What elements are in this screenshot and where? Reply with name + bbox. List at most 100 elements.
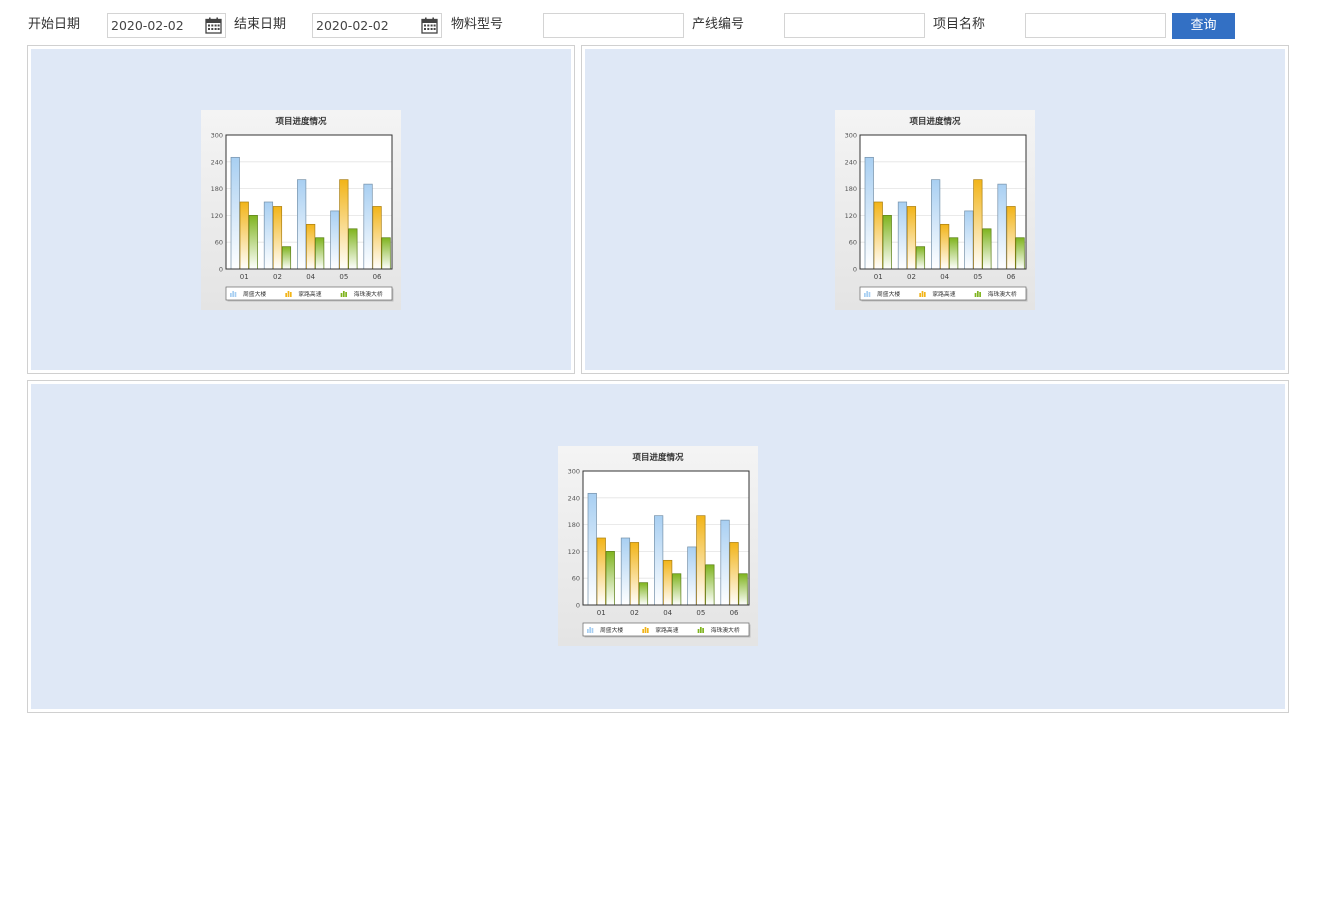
y-tick-label: 300	[568, 468, 580, 476]
bar	[864, 156, 874, 270]
bar	[729, 542, 739, 606]
x-tick-label: 06	[373, 273, 382, 281]
y-tick-label: 240	[211, 158, 223, 166]
x-tick-label: 02	[273, 273, 282, 281]
line-number-label: 产线编号	[692, 17, 745, 32]
chart-title: 项目进度情况	[909, 116, 961, 127]
legend-label: 周盛大楼	[600, 626, 623, 634]
project-name-input[interactable]	[1025, 13, 1166, 38]
bar	[873, 201, 883, 270]
x-tick-label: 01	[874, 273, 883, 281]
bar	[997, 183, 1007, 270]
project-name-label: 项目名称	[933, 17, 986, 32]
x-tick-label: 04	[663, 609, 672, 617]
end-date-label: 结束日期	[234, 17, 287, 32]
bar	[672, 573, 682, 606]
y-tick-label: 300	[211, 132, 223, 140]
bar	[638, 582, 649, 606]
chart-panel-body: 项目进度情况 0 60 120 180 240 300 01 02 04 05 06 周盛大楼 家路高速 海…	[31, 49, 571, 370]
end-date-field[interactable]	[312, 13, 442, 38]
line-number-input[interactable]	[784, 13, 925, 38]
bar	[587, 492, 597, 606]
bar	[720, 519, 730, 606]
chart-panel-top-left: 项目进度情况 0 60 120 180 240 300 01 02 04 05 06 周盛大楼 家路高速 海…	[27, 45, 575, 374]
calendar-icon[interactable]	[205, 17, 222, 34]
bar	[940, 223, 950, 270]
chart-container: 项目进度情况 0 60 120 180 240 300 01 02 04 05 06 周盛大楼 家路高速 海…	[835, 110, 1035, 310]
bar	[306, 223, 316, 270]
filter-toolbar: 开始日期 结束日期 物料型号 产线编号	[0, 0, 1321, 46]
x-tick-label: 05	[339, 273, 348, 281]
y-tick-label: 0	[219, 266, 223, 274]
bar	[1006, 206, 1016, 270]
legend-label: 家路高速	[298, 290, 321, 298]
bar	[339, 179, 349, 270]
bar	[239, 201, 249, 270]
bar	[973, 179, 983, 270]
bar	[949, 237, 959, 270]
bar	[705, 564, 715, 606]
legend-label: 家路高速	[932, 290, 955, 298]
y-tick-label: 240	[568, 494, 580, 502]
bar	[248, 215, 258, 270]
bar	[964, 210, 974, 270]
x-tick-label: 02	[630, 609, 639, 617]
bar	[915, 246, 926, 270]
bar	[281, 246, 292, 270]
y-tick-label: 120	[568, 548, 580, 556]
x-tick-label: 01	[240, 273, 249, 281]
bar	[596, 537, 606, 606]
calendar-icon[interactable]	[421, 17, 438, 34]
y-tick-label: 0	[576, 602, 580, 610]
bar	[605, 551, 615, 606]
legend-label: 家路高速	[655, 626, 678, 634]
query-button[interactable]: 查询	[1172, 13, 1235, 39]
y-tick-label: 60	[215, 239, 223, 247]
bar	[663, 559, 673, 606]
y-tick-label: 0	[853, 266, 857, 274]
bar	[897, 201, 908, 270]
x-tick-label: 04	[306, 273, 315, 281]
chart-panel-bottom: 项目进度情况 0 60 120 180 240 300 01 02 04 05 06 周盛大楼 家路高速 海…	[27, 380, 1289, 713]
bar	[315, 237, 325, 270]
chart-title: 项目进度情况	[275, 116, 327, 127]
chart-panel-body: 项目进度情况 0 60 120 180 240 300 01 02 04 05 06 周盛大楼 家路高速 海…	[31, 384, 1285, 709]
start-date-input[interactable]	[108, 14, 198, 37]
bar	[696, 515, 706, 606]
x-tick-label: 05	[973, 273, 982, 281]
bar	[348, 228, 358, 270]
bar	[982, 228, 992, 270]
chart-container: 项目进度情况 0 60 120 180 240 300 01 02 04 05 06 周盛大楼 家路高速 海…	[558, 446, 758, 646]
bar	[263, 201, 274, 270]
chart-panel-top-right: 项目进度情况 0 60 120 180 240 300 01 02 04 05 06 周盛大楼 家路高速 海…	[581, 45, 1289, 374]
bar	[687, 546, 697, 606]
y-tick-label: 60	[849, 239, 857, 247]
bar	[629, 542, 640, 606]
bar	[1015, 237, 1025, 270]
bar	[738, 573, 748, 606]
material-model-label: 物料型号	[451, 17, 504, 32]
chart-panel-body: 项目进度情况 0 60 120 180 240 300 01 02 04 05 06 周盛大楼 家路高速 海…	[585, 49, 1285, 370]
legend-label: 海珠澳大桥	[988, 290, 1017, 298]
end-date-input[interactable]	[313, 14, 403, 37]
bar-chart: 项目进度情况 0 60 120 180 240 300 01 02 04 05 06 周盛大楼 家路高速 海…	[558, 446, 758, 646]
bar	[363, 183, 373, 270]
chart-title: 项目进度情况	[632, 452, 684, 463]
start-date-field[interactable]	[107, 13, 226, 38]
y-tick-label: 180	[845, 185, 857, 193]
x-tick-label: 05	[696, 609, 705, 617]
bar	[381, 237, 391, 270]
bar-chart: 项目进度情况 0 60 120 180 240 300 01 02 04 05 06 周盛大楼 家路高速 海…	[835, 110, 1035, 310]
y-tick-label: 180	[568, 521, 580, 529]
legend-label: 周盛大楼	[243, 290, 266, 298]
bar	[297, 179, 307, 270]
y-tick-label: 60	[572, 575, 580, 583]
bar	[330, 210, 340, 270]
start-date-label: 开始日期	[28, 17, 81, 32]
y-tick-label: 180	[211, 185, 223, 193]
bar	[906, 206, 917, 270]
bar	[931, 179, 941, 270]
bar	[882, 215, 892, 270]
bar	[654, 515, 664, 606]
material-model-input[interactable]	[543, 13, 684, 38]
